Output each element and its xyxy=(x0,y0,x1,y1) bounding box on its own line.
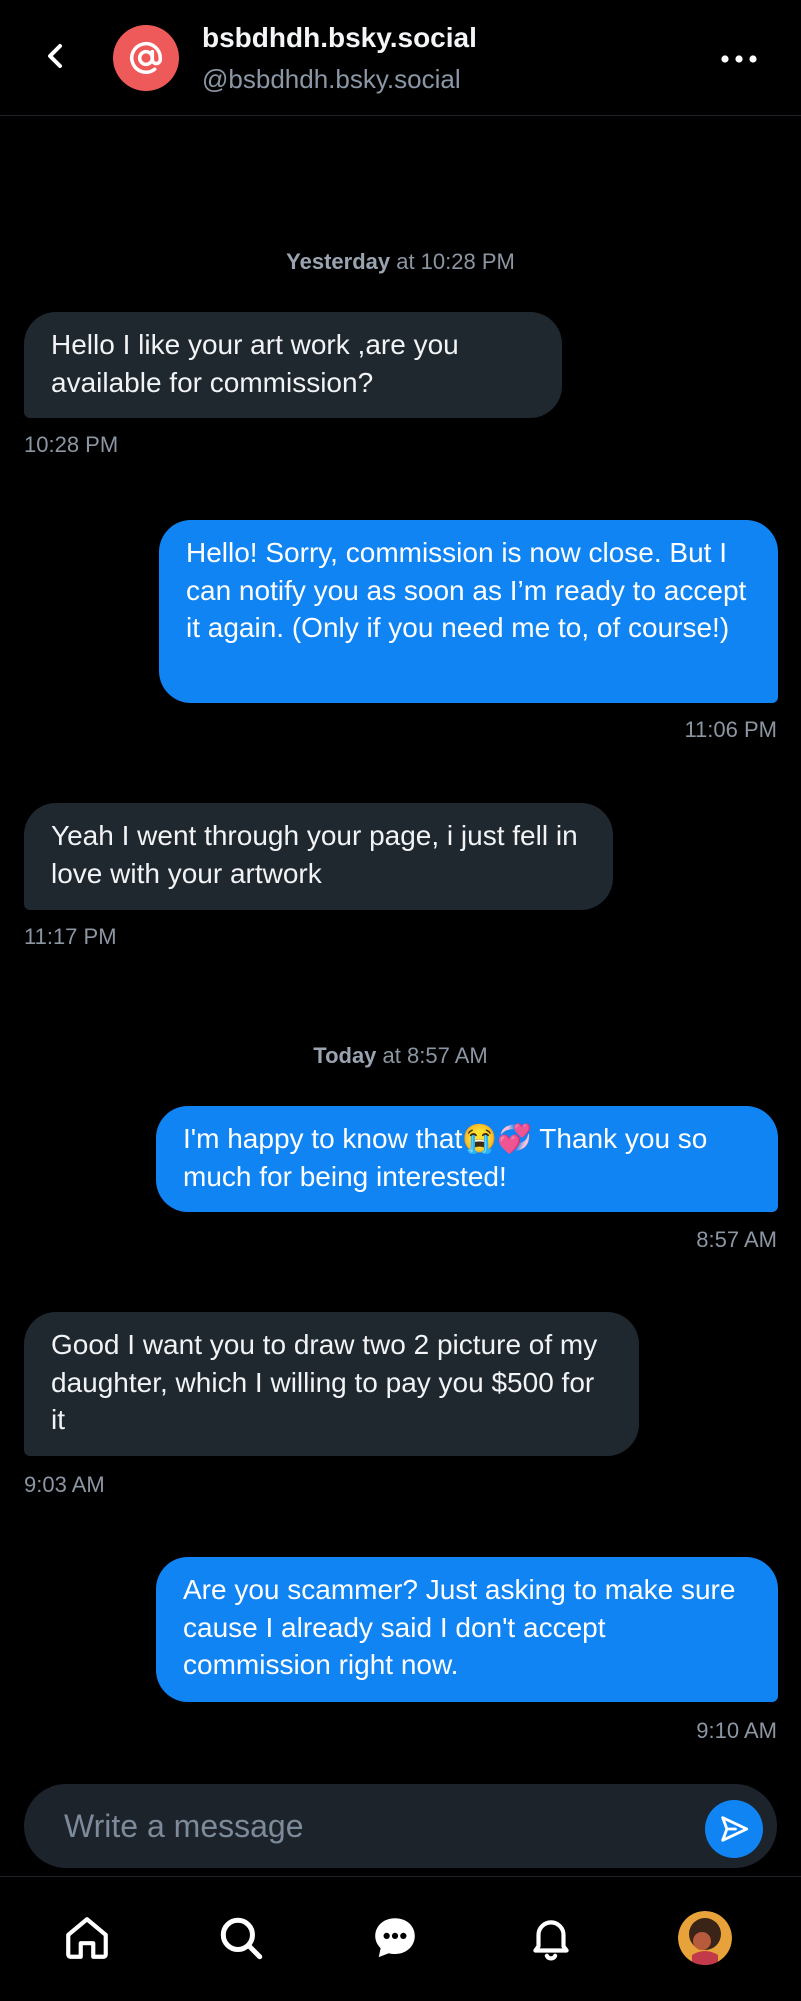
send-button[interactable] xyxy=(705,1800,763,1858)
date-separator: Yesterday at 10:28 PM xyxy=(0,249,801,275)
message-timestamp: 11:06 PM xyxy=(684,717,777,742)
date-day: Today xyxy=(313,1043,377,1068)
more-horizontal-icon xyxy=(721,55,757,63)
date-day: Yesterday xyxy=(286,249,391,274)
search-icon xyxy=(220,1917,263,1960)
message-bubble-incoming[interactable]: Good I want you to draw two 2 picture of… xyxy=(24,1312,639,1456)
message-input[interactable] xyxy=(62,1802,666,1850)
contact-handle: @bsbdhdh.bsky.social xyxy=(202,64,461,94)
date-time: at 10:28 PM xyxy=(390,249,515,274)
date-time: at 8:57 AM xyxy=(376,1043,488,1068)
message-timestamp: 9:03 AM xyxy=(24,1472,105,1497)
home-icon xyxy=(66,1917,108,1959)
bell-icon xyxy=(533,1920,569,1961)
message-timestamp: 8:57 AM xyxy=(696,1227,777,1252)
nav-profile[interactable] xyxy=(678,1911,732,1965)
chat-icon xyxy=(375,1918,415,1958)
message-timestamp: 11:17 PM xyxy=(24,924,117,949)
send-icon xyxy=(721,1816,749,1842)
contact-display-name[interactable]: bsbdhdh.bsky.social xyxy=(202,22,477,54)
bottom-navigation xyxy=(0,1876,801,2001)
nav-chat[interactable] xyxy=(368,1911,422,1965)
nav-home[interactable] xyxy=(60,1911,114,1965)
message-bubble-outgoing[interactable]: Are you scammer? Just asking to make sur… xyxy=(156,1557,778,1702)
message-bubble-incoming[interactable]: Hello I like your art work ,are you avai… xyxy=(24,312,562,418)
at-sign-icon xyxy=(130,42,162,74)
conversation-header: bsbdhdh.bsky.social @bsbdhdh.bsky.social xyxy=(0,0,801,116)
more-options-button[interactable] xyxy=(714,44,764,74)
date-separator: Today at 8:57 AM xyxy=(0,1043,801,1069)
message-bubble-outgoing[interactable]: I'm happy to know that😭💞 Thank you so mu… xyxy=(156,1106,778,1212)
message-bubble-incoming[interactable]: Yeah I went through your page, i just fe… xyxy=(24,803,613,910)
message-timestamp: 9:10 AM xyxy=(696,1718,777,1743)
message-timestamp: 10:28 PM xyxy=(24,432,119,457)
user-avatar[interactable] xyxy=(113,25,179,91)
chevron-left-icon xyxy=(48,44,62,68)
message-bubble-outgoing[interactable]: Hello! Sorry, commission is now close. B… xyxy=(159,520,778,703)
back-button[interactable] xyxy=(38,36,74,76)
message-composer xyxy=(24,1784,777,1868)
profile-avatar xyxy=(678,1911,732,1965)
nav-notifications[interactable] xyxy=(524,1911,578,1965)
nav-search[interactable] xyxy=(214,1911,268,1965)
